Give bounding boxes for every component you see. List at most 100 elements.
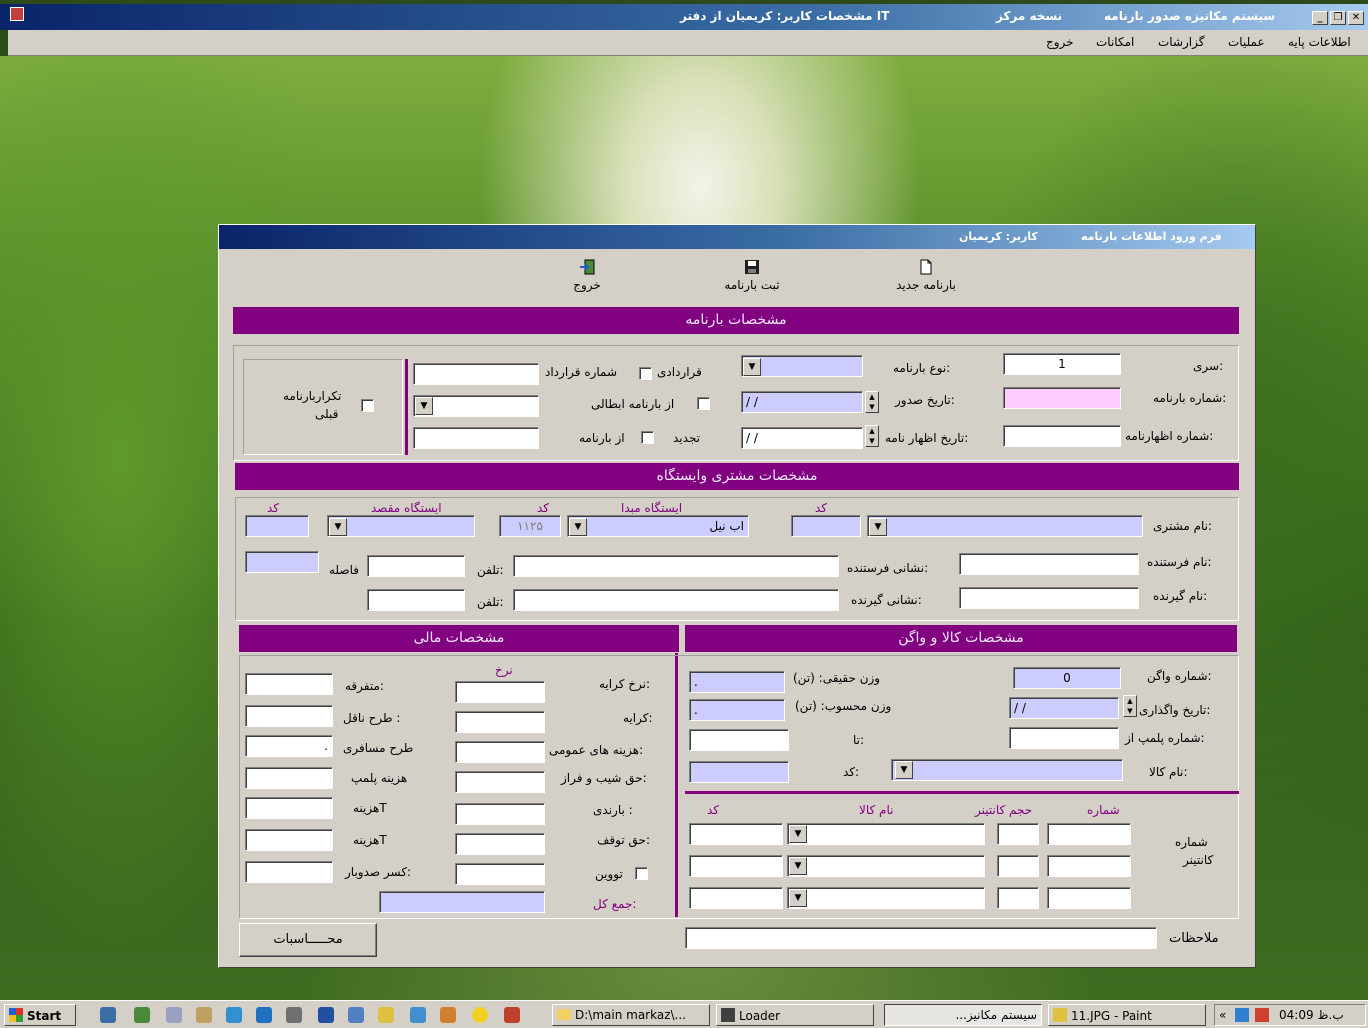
close-button[interactable]: ✕ [1348,11,1364,25]
sender-address-field[interactable] [513,555,839,577]
receiver-phone-field[interactable] [367,589,465,611]
quicklaunch-icon-8[interactable] [318,1007,334,1023]
issue-date-spinner[interactable]: ▲ ▼ [865,391,879,413]
toveen-field[interactable] [455,863,545,885]
container-row-3-goods[interactable] [787,887,985,909]
task-loader[interactable]: Loader [716,1004,874,1026]
quicklaunch-icon-1[interactable] [100,1007,116,1023]
total-field[interactable] [379,891,545,913]
receivable-field[interactable] [455,803,545,825]
customer-code-field[interactable] [791,515,861,537]
container-row-2-code[interactable] [689,855,783,877]
calc-weight-field[interactable]: . [689,699,785,721]
quicklaunch-icon-10[interactable] [378,1007,394,1023]
customer-name-select[interactable] [867,515,1143,537]
quicklaunch-icon-12[interactable] [440,1007,456,1023]
toveen-checkbox[interactable] [635,867,648,880]
container-row-1-number[interactable] [1047,823,1131,845]
tray-expand-icon[interactable]: « [1219,1008,1226,1022]
renew-checkbox[interactable] [641,431,654,444]
customer-name-dropdown[interactable]: ▼ [869,518,887,536]
menu-operations[interactable]: عملیات [1228,35,1265,49]
receiver-name-field[interactable] [959,587,1139,609]
wagon-number-field[interactable]: 0 [1013,667,1121,689]
container-row-3-number[interactable] [1047,887,1131,909]
quicklaunch-icon-13[interactable] [472,1007,488,1023]
sender-name-field[interactable] [959,553,1139,575]
real-weight-field[interactable]: . [689,671,785,693]
quicklaunch-icon-7[interactable] [286,1007,302,1023]
declaration-date-spinner[interactable]: ▲ ▼ [865,425,879,447]
clock[interactable]: 04:09 ب.ظ [1279,1008,1344,1022]
antivirus-icon[interactable] [1255,1008,1269,1022]
cost-b-field[interactable] [245,829,333,851]
calculate-button[interactable]: محـــــاسبات [239,923,377,957]
quicklaunch-icon-6[interactable] [256,1007,272,1023]
origin-station-dropdown[interactable]: ▼ [569,518,587,536]
passenger-plan-field[interactable]: . [245,735,333,757]
series-field[interactable]: 1 [1003,353,1121,375]
container-row-2-volume[interactable] [997,855,1039,877]
quicklaunch-icon-4[interactable] [196,1007,212,1023]
container-row-3-code[interactable] [689,887,783,909]
fare-rate-field[interactable] [455,681,545,703]
from-waybill-field[interactable] [413,427,539,449]
assign-date-spinner[interactable]: ▲ ▼ [1123,695,1137,717]
menu-reports[interactable]: گزارشات [1158,35,1204,49]
plan-field[interactable] [245,705,333,727]
origin-code-field[interactable]: ۱۱۲۵ [499,515,561,537]
repeat-waybill-checkbox[interactable] [361,399,374,412]
container-row-2-goods[interactable] [787,855,985,877]
quicklaunch-icon-14[interactable] [504,1007,520,1023]
misc-field[interactable] [245,673,333,695]
quicklaunch-icon-2[interactable] [134,1007,150,1023]
waybill-number-field[interactable] [1003,387,1121,409]
goods-code-field[interactable] [689,761,789,783]
sender-phone-field[interactable] [367,555,465,577]
minimize-button[interactable]: _ [1312,11,1328,25]
deduction-field[interactable] [245,861,333,883]
menu-exit[interactable]: خروج [1046,35,1074,49]
seal-to-field[interactable] [689,729,789,751]
container-row-2-dropdown[interactable]: ▼ [789,857,807,875]
declaration-number-field[interactable] [1003,425,1121,447]
goods-name-dropdown[interactable]: ▼ [895,761,913,779]
distance-field[interactable] [245,551,319,573]
stop-fee-field[interactable] [455,833,545,855]
goods-name-select[interactable] [891,759,1123,781]
notes-field[interactable] [685,927,1157,949]
quicklaunch-icon-5[interactable] [226,1007,242,1023]
dest-station-select[interactable] [327,515,475,537]
start-button[interactable]: Start [4,1004,76,1026]
fare-field[interactable] [455,711,545,733]
assign-date-field[interactable]: / / [1009,697,1119,719]
save-waybill-button[interactable]: ثبت بارنامه [707,259,797,292]
public-cost-field[interactable] [455,741,545,763]
exit-button[interactable]: خروج [557,259,617,292]
menu-base-info[interactable]: اطلاعات پایه [1288,35,1351,49]
container-row-3-dropdown[interactable]: ▼ [789,889,807,907]
container-row-2-number[interactable] [1047,855,1131,877]
container-row-1-code[interactable] [689,823,783,845]
dest-station-dropdown[interactable]: ▼ [329,518,347,536]
contract-number-field[interactable] [413,363,539,385]
cancelled-waybill-checkbox[interactable] [697,397,710,410]
dest-code-field[interactable] [245,515,309,537]
restore-button[interactable]: ❐ [1330,11,1346,25]
container-row-1-dropdown[interactable]: ▼ [789,825,807,843]
seal-cost-field[interactable] [245,767,333,789]
cancelled-waybill-dropdown[interactable]: ▼ [415,397,433,415]
receiver-address-field[interactable] [513,589,839,611]
quicklaunch-icon-3[interactable] [166,1007,182,1023]
container-row-3-volume[interactable] [997,887,1039,909]
container-row-1-volume[interactable] [997,823,1039,845]
slope-field[interactable] [455,771,545,793]
issue-date-field[interactable]: / / [741,391,863,413]
waybill-type-dropdown[interactable]: ▼ [743,358,761,376]
seal-from-field[interactable] [1009,727,1119,749]
network-icon[interactable] [1235,1008,1249,1022]
new-waybill-button[interactable]: بارنامه جدید [881,259,971,292]
quicklaunch-icon-9[interactable] [348,1007,364,1023]
contract-checkbox[interactable] [639,367,652,380]
menu-tools[interactable]: امکانات [1096,35,1134,49]
